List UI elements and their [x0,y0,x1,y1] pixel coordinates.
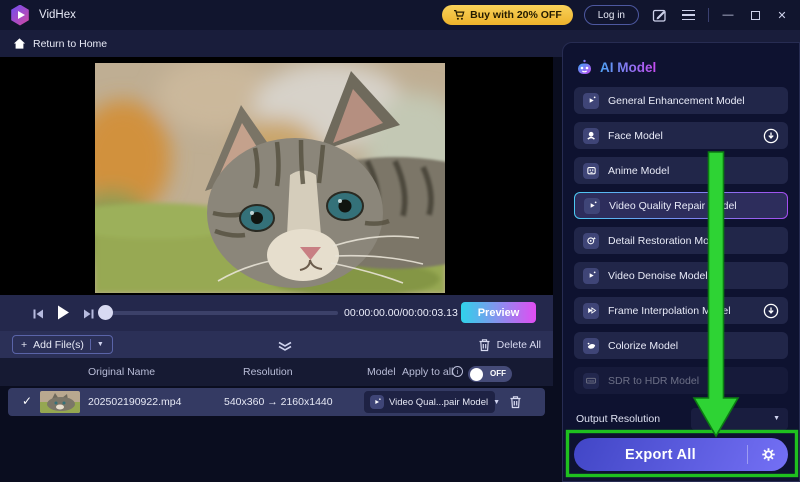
frame-interpolation-icon [583,303,599,319]
collapse-panel-icon[interactable] [276,339,294,357]
titlebar-separator [708,8,709,22]
add-files-divider [90,339,91,350]
titlebar-actions: Buy with 20% OFF Log in — ✕ [442,5,790,25]
model-item-label: Frame Interpolation Model [608,305,731,317]
seek-slider-track[interactable] [102,311,338,315]
download-icon[interactable] [763,128,779,144]
vidhex-app: VidHex Buy with 20% OFF Log in — ✕ [0,0,800,482]
row-model-label: Video Qual...pair Model [389,397,488,408]
add-files-button[interactable]: + Add File(s) ▼ [12,335,113,354]
close-button[interactable]: ✕ [774,6,790,24]
file-resolution: 540x360 → 2160x1440 [224,396,333,408]
row-delete-button[interactable] [509,395,522,414]
robot-icon [576,59,593,76]
skip-forward-icon[interactable] [82,307,95,325]
file-table-header: Original Name Resolution Model Apply to … [0,358,553,386]
export-settings-button[interactable] [748,447,788,462]
model-item-face[interactable]: Face Model [574,122,788,149]
column-original-name: Original Name [88,366,155,378]
toggle-knob [470,368,483,381]
column-model: Model [367,366,396,378]
skip-back-icon[interactable] [32,307,45,325]
hdr-model-icon: HDR [583,373,599,389]
info-icon[interactable]: i [452,366,463,377]
login-button[interactable]: Log in [584,5,639,25]
svg-text:HDR: HDR [588,379,595,383]
video-quality-repair-icon [584,198,600,214]
output-resolution-row: Output Resolution ▼ [574,408,788,430]
model-item-colorize[interactable]: Colorize Model [574,332,788,359]
titlebar: VidHex Buy with 20% OFF Log in — ✕ [0,0,800,30]
download-icon[interactable] [763,303,779,319]
colorize-model-icon [583,338,599,354]
model-item-sdr-to-hdr[interactable]: HDR SDR to HDR Model [574,367,788,394]
seek-slider-thumb[interactable] [98,305,113,320]
trash-icon [478,338,491,352]
playback-timestamp: 00:00:00.00/00:00:03.13 [344,307,456,319]
playback-bar: 00:00:00.00/00:00:03.13 Preview [0,295,553,331]
anime-model-icon [583,163,599,179]
maximize-button[interactable] [747,6,763,24]
file-name: 202502190922.mp4 [88,396,181,408]
app-title: VidHex [39,9,76,21]
file-row[interactable]: ✓ 202502190922.mp4 540x360 → 2160x1440 V… [8,388,545,416]
add-files-label: Add File(s) [33,339,84,351]
export-all-button[interactable]: Export All [574,438,788,471]
home-icon [13,37,26,50]
cart-icon [453,9,465,21]
row-model-caret-icon: ▼ [493,399,500,406]
export-all-label: Export All [574,447,747,463]
video-model-icon [370,395,384,409]
menu-icon[interactable] [679,6,697,24]
apply-to-all-label: Apply to all [402,366,453,378]
play-button-icon[interactable] [55,304,71,326]
face-model-icon [583,128,599,144]
model-item-label: Video Quality Repair Model [609,200,737,212]
file-thumbnail [40,391,80,413]
model-item-video-denoise[interactable]: Video Denoise Model [574,262,788,289]
output-resolution-label: Output Resolution [576,413,660,425]
ai-model-header: AI Model [576,57,788,77]
model-item-general-enhancement[interactable]: General Enhancement Model [574,87,788,114]
output-resolution-dropdown[interactable]: ▼ [691,408,788,430]
ai-model-panel: AI Model General Enhancement Model Face … [562,42,800,482]
apply-to-all-toggle[interactable]: OFF [468,366,512,382]
gear-icon [761,447,776,462]
minimize-button[interactable]: — [720,6,736,24]
model-item-label: General Enhancement Model [608,95,745,107]
video-preview-stage [0,57,553,295]
plus-icon: + [21,339,27,351]
model-item-label: SDR to HDR Model [608,375,699,387]
delete-all-button[interactable]: Delete All [478,335,541,354]
return-home-link[interactable]: Return to Home [33,38,107,50]
model-item-anime[interactable]: Anime Model [574,157,788,184]
toggle-state-label: OFF [490,369,506,378]
preview-button[interactable]: Preview [461,302,536,323]
model-item-label: Anime Model [608,165,669,177]
feedback-icon[interactable] [650,6,668,24]
vidhex-logo-icon [10,5,30,26]
model-item-video-quality-repair[interactable]: Video Quality Repair Model [574,192,788,219]
model-item-label: Colorize Model [608,340,678,352]
add-files-caret-icon[interactable]: ▼ [97,341,104,348]
column-resolution: Resolution [243,366,293,378]
delete-all-label: Delete All [497,339,541,351]
model-item-label: Detail Restoration Model [608,235,723,247]
row-model-dropdown[interactable]: Video Qual...pair Model ▼ [364,391,495,413]
trash-icon [509,395,522,409]
model-item-frame-interpolation[interactable]: Frame Interpolation Model [574,297,788,324]
general-enhancement-icon [583,93,599,109]
buy-button[interactable]: Buy with 20% OFF [442,5,573,25]
model-item-label: Face Model [608,130,663,142]
detail-restoration-icon [583,233,599,249]
video-frame-cat [95,63,445,293]
model-item-detail-restoration[interactable]: Detail Restoration Model [574,227,788,254]
ai-model-title: AI Model [600,60,656,75]
output-resolution-caret-icon: ▼ [773,415,780,422]
model-item-label: Video Denoise Model [608,270,708,282]
buy-button-label: Buy with 20% OFF [470,9,562,21]
row-check-icon[interactable]: ✓ [22,394,32,408]
video-denoise-icon [583,268,599,284]
files-toolbar: + Add File(s) ▼ Delete All [0,331,553,358]
